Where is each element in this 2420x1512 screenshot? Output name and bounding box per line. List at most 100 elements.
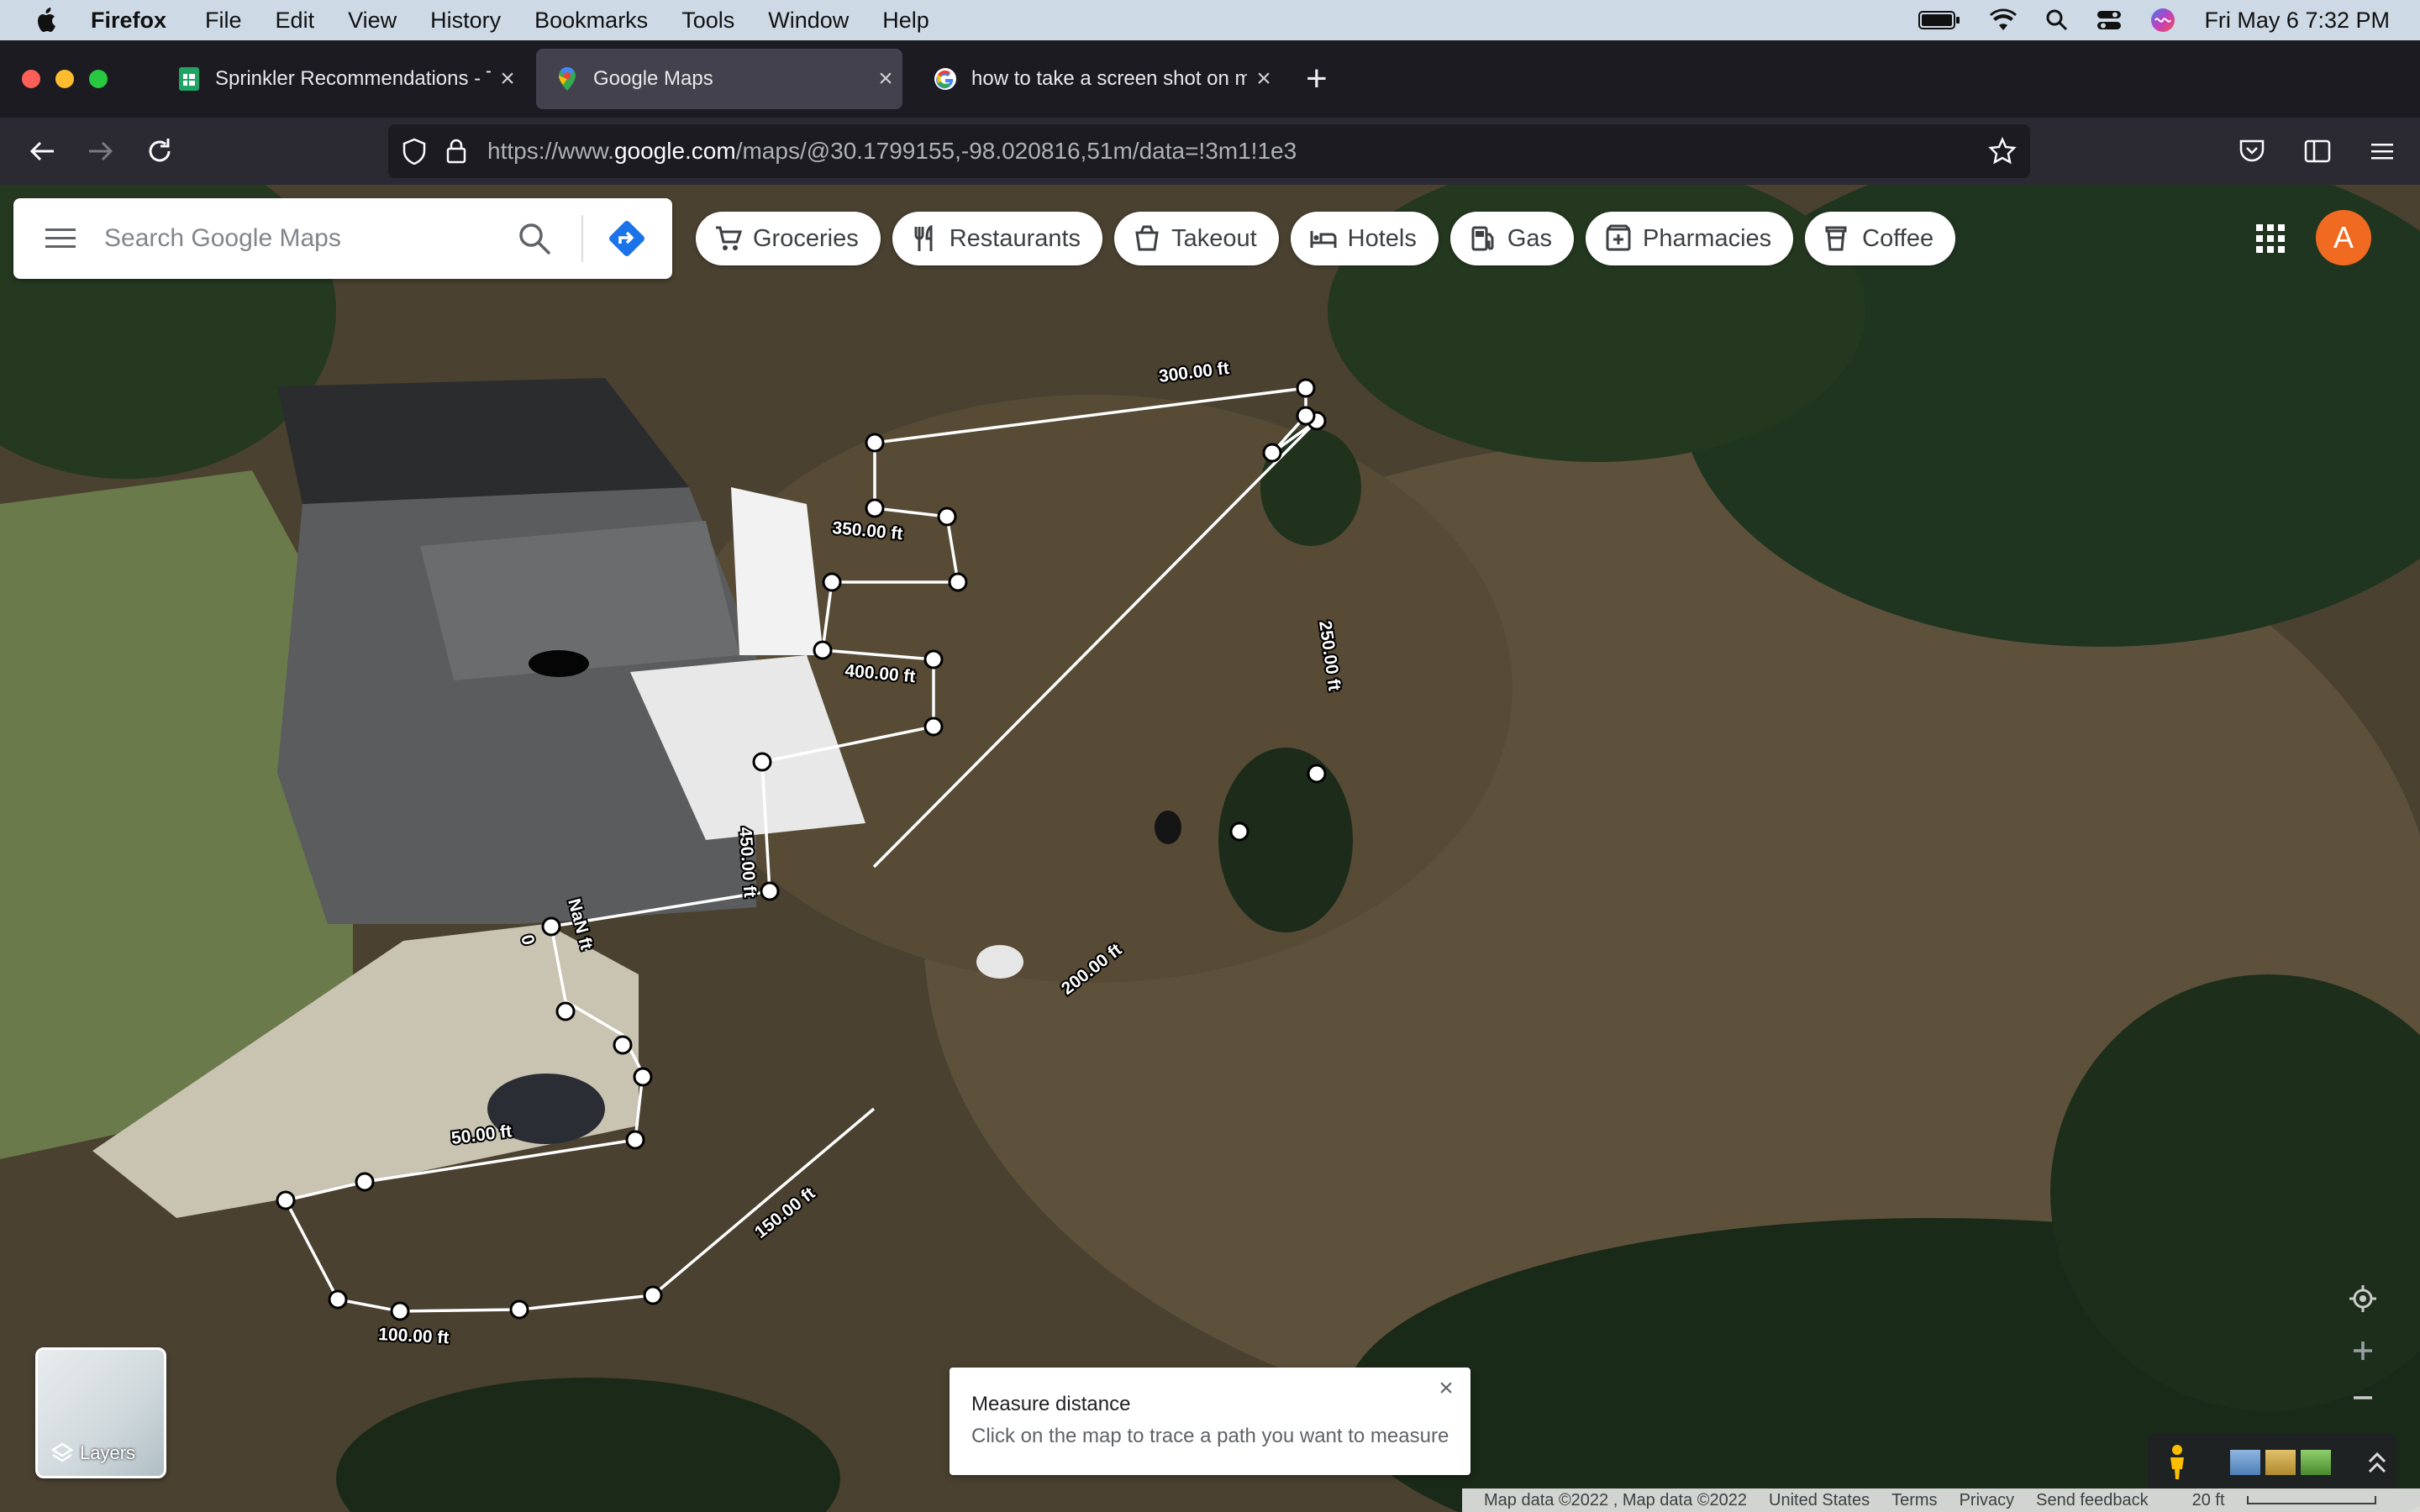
minimize-window-button[interactable]	[55, 70, 74, 88]
pegman-icon[interactable]	[2165, 1444, 2190, 1481]
measure-path-overlay[interactable]: 300.00 ft 350.00 ft 400.00 ft 250.00 ft …	[0, 185, 2420, 1512]
country-link[interactable]: United States	[1769, 1491, 1870, 1510]
privacy-link[interactable]: Privacy	[1960, 1491, 2015, 1510]
layers-button[interactable]: Layers	[35, 1347, 166, 1478]
search-divider	[581, 215, 583, 262]
chip-takeout[interactable]: Takeout	[1114, 212, 1279, 265]
plus-icon	[2354, 1341, 2372, 1360]
tab-google-search[interactable]: how to take a screen shot on ma ×	[914, 49, 1281, 109]
menu-app-firefox[interactable]: Firefox	[91, 8, 166, 34]
street-view-bar	[2148, 1433, 2396, 1492]
tab-label: how to take a screen shot on ma	[971, 67, 1247, 90]
send-feedback-link[interactable]: Send feedback	[2036, 1491, 2148, 1510]
imagery-thumb-3[interactable]	[2301, 1450, 2331, 1475]
menu-edit[interactable]: Edit	[276, 8, 315, 34]
chip-gas[interactable]: Gas	[1449, 212, 1575, 265]
control-center-icon[interactable]	[2096, 9, 2122, 31]
chip-label: Coffee	[1862, 224, 1934, 252]
measure-label: 150.00 ft	[751, 1184, 818, 1242]
back-arrow-icon[interactable]	[25, 134, 59, 168]
measure-vertex[interactable]	[276, 378, 1327, 1321]
forward-arrow-icon[interactable]	[84, 134, 118, 168]
maps-pin-icon	[559, 67, 576, 91]
menubar-clock[interactable]: Fri May 6 7:32 PM	[2204, 8, 2390, 34]
close-measure-icon[interactable]: ×	[1432, 1374, 1460, 1403]
close-tab-icon[interactable]: ×	[491, 65, 524, 93]
spotlight-search-icon[interactable]	[2046, 9, 2068, 31]
url-path: /maps/@30.1799155,-98.020816,51m/data=!3…	[735, 138, 1297, 164]
zoom-in-button[interactable]	[2339, 1329, 2386, 1373]
imagery-thumb-2[interactable]	[2265, 1450, 2296, 1475]
siri-icon[interactable]	[2150, 8, 2175, 33]
scale-bar	[2246, 1496, 2376, 1505]
close-window-button[interactable]	[22, 70, 40, 88]
pocket-icon[interactable]	[2238, 139, 2265, 164]
imagery-thumb-1[interactable]	[2230, 1450, 2260, 1475]
wifi-icon[interactable]	[1989, 8, 2018, 32]
apple-logo-icon[interactable]	[35, 7, 59, 34]
my-location-button[interactable]	[2339, 1277, 2386, 1320]
maps-menu-icon[interactable]	[44, 226, 77, 251]
terms-link[interactable]: Terms	[1891, 1491, 1937, 1510]
new-tab-plus-icon[interactable]: +	[1306, 58, 1328, 100]
measure-label: 50.00 ft	[450, 1121, 513, 1148]
measure-label: 300.00 ft	[1158, 359, 1230, 386]
tab-google-maps[interactable]: Google Maps ×	[536, 49, 902, 109]
google-apps-grid-icon[interactable]	[2254, 222, 2287, 255]
tracking-shield-icon[interactable]	[402, 138, 427, 165]
chip-restaurants[interactable]: Restaurants	[892, 212, 1103, 265]
measure-label: 100.00 ft	[378, 1325, 450, 1347]
address-bar[interactable]: https://www. google.com/maps/@30.1799155,…	[388, 124, 2030, 178]
tab-sprinkler-recommendations[interactable]: Sprinkler Recommendations - Th ×	[158, 49, 524, 109]
pharmacy-icon	[1606, 224, 1631, 251]
menu-file[interactable]: File	[205, 8, 242, 34]
chip-pharmacies[interactable]: Pharmacies	[1586, 212, 1794, 265]
account-avatar[interactable]: A	[2316, 210, 2371, 265]
chip-coffee[interactable]: Coffee	[1805, 212, 1956, 265]
satellite-map[interactable]: 300.00 ft 350.00 ft 400.00 ft 250.00 ft …	[0, 185, 2420, 1512]
search-input[interactable]	[103, 213, 516, 265]
toolbar-right-buttons	[2238, 118, 2395, 185]
chip-groceries[interactable]: Groceries	[696, 212, 881, 265]
search-icon[interactable]	[516, 220, 553, 257]
menu-tools[interactable]: Tools	[681, 8, 734, 34]
browser-nav-bar: https://www. google.com/maps/@30.1799155,…	[0, 118, 2420, 185]
gas-pump-icon	[1471, 226, 1494, 251]
menu-bookmarks[interactable]: Bookmarks	[534, 8, 648, 34]
browser-tab-strip: Sprinkler Recommendations - Th × Google …	[0, 40, 2420, 118]
hamburger-menu-icon[interactable]	[2370, 141, 2395, 161]
scale-indicator[interactable]: 20 ft	[2170, 1491, 2376, 1510]
close-tab-icon[interactable]: ×	[869, 65, 902, 93]
scale-label: 20 ft	[2191, 1490, 2225, 1509]
measure-label: 250.00 ft	[1315, 619, 1344, 691]
measure-subtitle: Click on the map to trace a path you wan…	[971, 1425, 1449, 1447]
directions-icon[interactable]	[605, 217, 649, 260]
measure-title: Measure distance	[971, 1393, 1131, 1415]
location-crosshair-icon	[2349, 1285, 2376, 1312]
reload-icon[interactable]	[143, 134, 176, 168]
measure-label: 200.00 ft	[1058, 940, 1125, 999]
close-tab-icon[interactable]: ×	[1247, 65, 1281, 93]
sidebar-toggle-icon[interactable]	[2304, 139, 2331, 163]
tab-label: Sprinkler Recommendations - Th	[215, 67, 491, 90]
zoom-out-button[interactable]	[2339, 1376, 2386, 1420]
url-prefix: https://www.	[487, 138, 614, 164]
menu-window[interactable]: Window	[768, 8, 849, 34]
chip-hotels[interactable]: Hotels	[1290, 212, 1439, 265]
battery-icon[interactable]	[1918, 10, 1960, 30]
expand-chevron-icon[interactable]	[2366, 1450, 2388, 1475]
url-domain: google.com	[613, 138, 736, 164]
chip-label: Pharmacies	[1643, 224, 1772, 252]
bookmark-star-icon[interactable]	[1988, 137, 2017, 165]
menubar-status-area: Fri May 6 7:32 PM	[1918, 0, 2390, 40]
measure-label: 400.00 ft	[844, 661, 917, 686]
lock-icon[interactable]	[445, 138, 467, 165]
zoom-window-button[interactable]	[89, 70, 108, 88]
chip-label: Hotels	[1347, 224, 1417, 252]
menu-view[interactable]: View	[348, 8, 397, 34]
menu-help[interactable]: Help	[882, 8, 929, 34]
bed-icon	[1310, 231, 1337, 248]
menu-history[interactable]: History	[430, 8, 501, 34]
sheets-icon	[179, 67, 199, 91]
chip-label: Takeout	[1171, 224, 1257, 252]
